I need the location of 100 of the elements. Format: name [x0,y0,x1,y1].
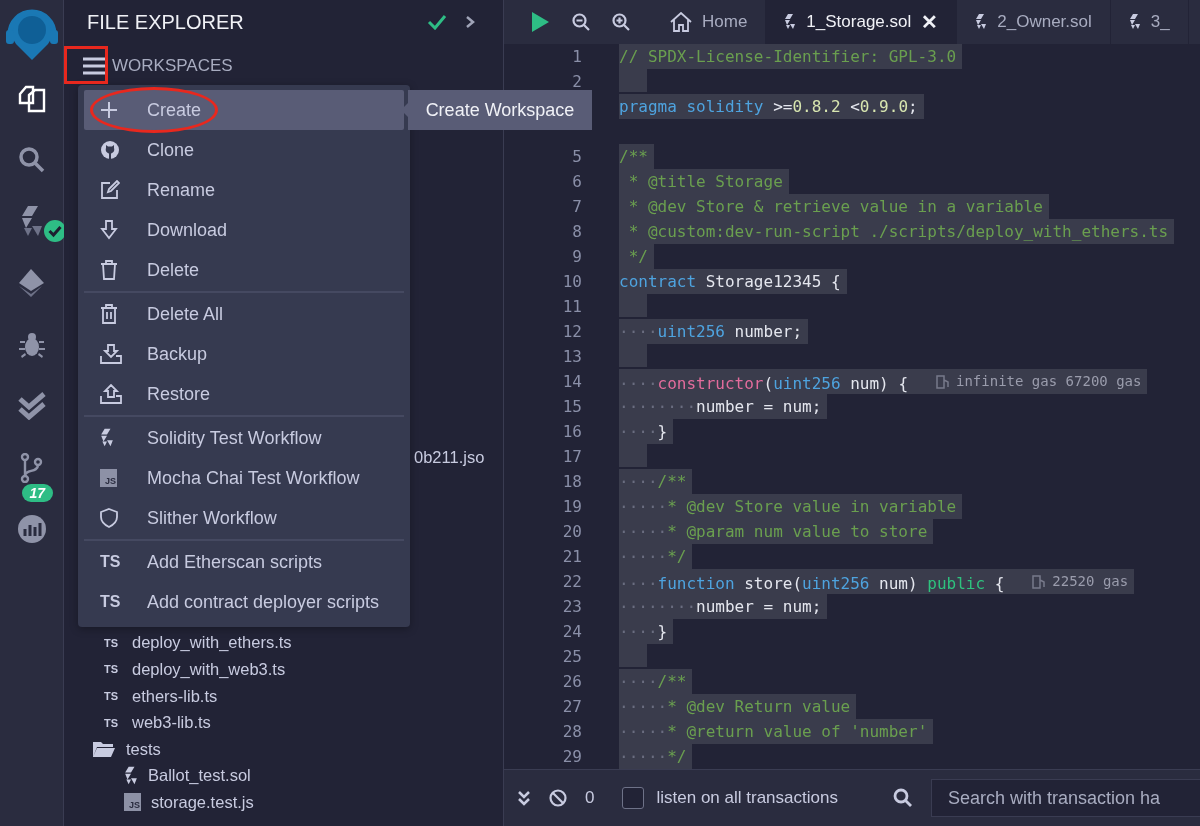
menu-item[interactable]: Solidity Test Workflow [84,418,404,458]
javascript-icon: JS [124,793,141,812]
menu-item[interactable]: Create [84,90,404,130]
chevron-right-icon[interactable] [465,15,475,29]
line-number: 16 [561,422,583,441]
line-number: 29 [561,747,583,766]
line-number: 13 [561,347,583,366]
line-number: 19 [561,497,583,516]
folder-icon [92,740,116,759]
file-name[interactable]: storage.test.js [151,792,254,812]
menu-item[interactable]: Clone [84,130,404,170]
line-number: 20 [561,522,583,541]
line-number: 14 [561,372,583,391]
trash-icon [100,304,118,324]
edit-icon [100,180,120,200]
file-name[interactable]: deploy_with_ethers.ts [132,633,292,653]
line-number: 27 [561,697,583,716]
annotation-rectangle [64,46,108,84]
trash-icon [100,260,118,280]
line-number: 1 [571,47,583,66]
double-chevron-down-icon[interactable] [517,790,531,806]
line-number: 2 [571,72,583,91]
panel-title: FILE EXPLORER [87,10,245,34]
typescript-icon: TS [104,690,122,703]
menu-item[interactable]: Rename [84,170,404,210]
run-icon[interactable] [530,11,550,33]
line-number: 15 [561,397,583,416]
line-number: 23 [561,597,583,616]
typescript-icon: TS [104,716,122,729]
file-name[interactable]: tests [126,739,161,759]
plus-icon [100,101,118,119]
line-number: 21 [561,547,583,566]
line-number: 22 [561,572,583,591]
line-number: 11 [561,297,583,316]
menu-item[interactable]: Restore [84,374,404,414]
solidity-icon[interactable] [19,205,44,238]
line-number: 18 [561,472,583,491]
solidity-icon [975,13,988,31]
typescript-icon: TS [100,553,124,571]
download-icon [100,220,118,240]
github-icon [100,140,120,160]
home-icon [670,12,692,32]
backup-icon [100,344,122,364]
line-number: 24 [561,622,583,641]
shield-icon [100,508,118,528]
menu-item[interactable]: Delete All [84,294,404,334]
count-badge: 17 [21,483,54,502]
check-icon [427,14,447,30]
section-label: WORKSPACES [112,56,233,76]
zoom-out-icon[interactable] [572,13,590,31]
line-number: 8 [571,222,583,241]
line-number: 9 [571,247,583,266]
line-number: 28 [561,722,583,741]
checkbox-label: listen on all transactions [656,788,838,808]
line-number: 26 [561,672,583,691]
editor-tab[interactable]: 3_ [1110,0,1189,44]
menu-item[interactable]: TS Add Etherscan scripts [84,542,404,582]
pending-count: 0 [585,788,595,808]
menu-item[interactable]: TS Add contract deployer scripts [84,582,404,622]
double-check-icon[interactable] [16,392,47,421]
upload-icon [100,384,122,404]
search-icon[interactable] [892,788,913,808]
typescript-icon: TS [104,636,122,649]
file-name[interactable]: Ballot_test.sol [148,766,251,786]
bug-icon[interactable] [17,330,46,359]
file-name[interactable]: web3-lib.ts [132,713,211,733]
line-number: 25 [561,647,583,666]
editor-tab[interactable]: 1_Storage.sol ✕ [766,0,958,44]
clear-icon[interactable] [549,789,567,807]
file-name[interactable]: 0b211.jso [414,447,485,467]
line-number: 10 [561,272,583,291]
menu-item[interactable]: Backup [84,334,404,374]
javascript-icon: JS [100,469,117,487]
solidity-icon [124,765,138,786]
search-icon[interactable] [17,146,46,175]
menu-item[interactable]: JS Mocha Chai Test Workflow [84,458,404,498]
line-number: 12 [561,322,583,341]
line-number: 6 [571,172,583,191]
editor-tab[interactable]: 2_Owner.sol [957,0,1111,44]
menu-item[interactable]: Slither Workflow [84,498,404,538]
close-icon[interactable]: ✕ [921,10,939,34]
typescript-icon: TS [100,593,124,611]
solidity-icon [784,13,797,31]
file-name[interactable]: ethers-lib.ts [132,686,218,706]
ethereum-icon[interactable] [16,268,47,299]
analytics-icon[interactable] [16,514,47,545]
git-branch-icon[interactable] [19,452,44,483]
files-icon[interactable] [16,83,47,114]
line-number: 17 [561,447,583,466]
line-number: 7 [571,197,583,216]
file-name[interactable]: deploy_with_web3.ts [132,660,286,679]
solidity-icon [100,428,114,448]
menu-item[interactable]: Download [84,210,404,250]
listen-checkbox[interactable] [622,787,645,809]
line-number: 5 [571,147,583,166]
typescript-icon: TS [104,663,122,676]
solidity-icon [1128,13,1141,31]
menu-item[interactable]: Delete [84,250,404,290]
zoom-in-icon[interactable] [612,13,630,31]
search-field[interactable]: Search with transaction ha [930,779,1200,817]
